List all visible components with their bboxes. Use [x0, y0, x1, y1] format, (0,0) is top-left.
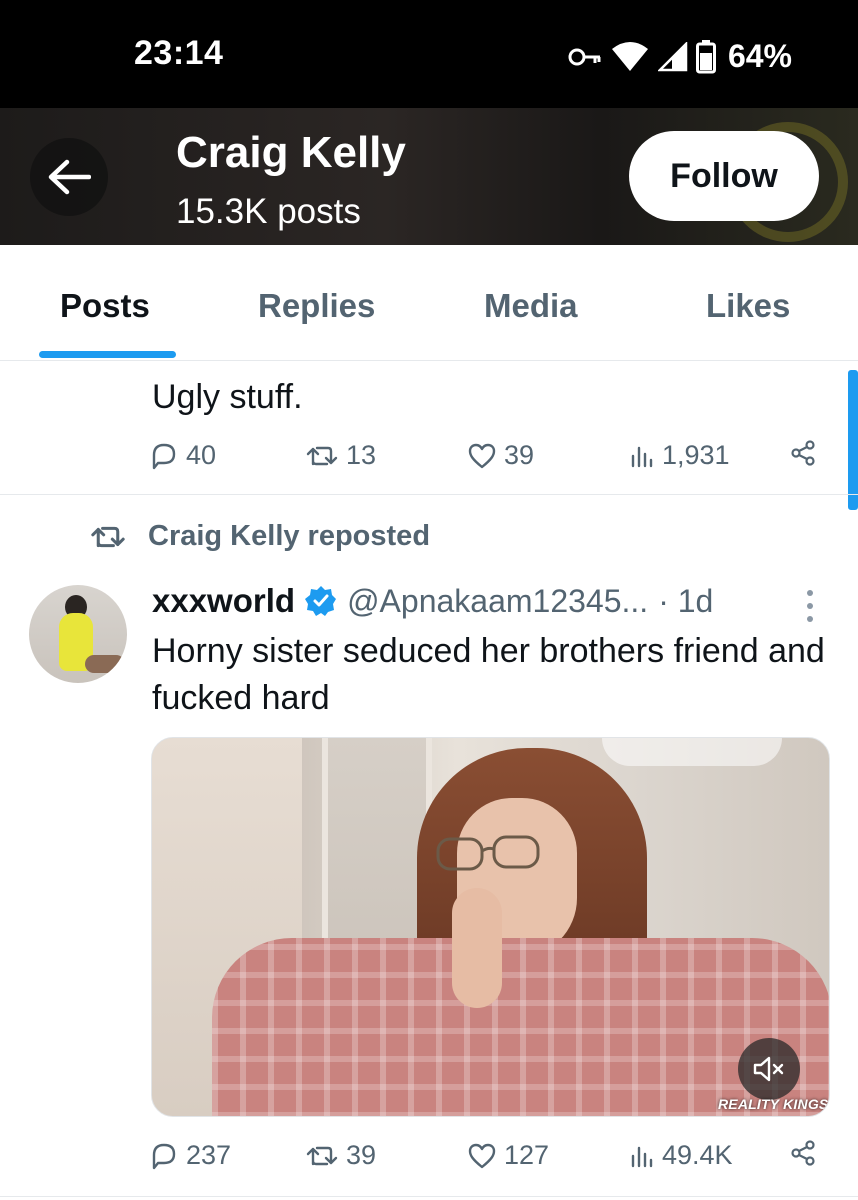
tab-likes[interactable]: Likes	[706, 287, 790, 325]
repost-count: 39	[346, 1140, 377, 1170]
share-icon	[791, 1140, 815, 1166]
follow-button[interactable]: Follow	[629, 131, 819, 221]
reply-button[interactable]: 40	[150, 440, 216, 471]
post-video[interactable]: REALITY KINGS	[151, 737, 830, 1117]
back-button[interactable]	[30, 138, 108, 216]
views-count: 1,931	[662, 440, 730, 470]
repost-button[interactable]: 13	[306, 440, 376, 471]
repost-icon	[306, 1146, 338, 1165]
video-watermark: REALITY KINGS	[718, 1096, 829, 1112]
post-time[interactable]: · 1d	[658, 583, 713, 620]
repost-icon	[306, 446, 338, 465]
posts-count: 15.3K posts	[176, 192, 361, 231]
volume-muted-icon	[753, 1056, 784, 1082]
share-button[interactable]	[790, 440, 816, 466]
repost-indicator: Craig Kelly reposted	[90, 520, 430, 553]
like-count: 127	[504, 1140, 550, 1170]
like-button[interactable]: 127	[468, 1140, 549, 1171]
battery-icon	[695, 39, 716, 73]
repost-button[interactable]: 39	[306, 1140, 376, 1171]
views-count: 49.4K	[662, 1140, 733, 1170]
status-bar: 23:14 64%	[0, 0, 858, 108]
verified-badge-icon	[305, 586, 337, 616]
previous-post-actions: 40 13 39 1,931	[150, 440, 820, 480]
views-icon	[631, 1146, 653, 1167]
views-button[interactable]: 49.4K	[630, 1140, 733, 1171]
mute-button[interactable]	[738, 1038, 800, 1100]
like-count: 39	[504, 440, 535, 470]
reply-count: 40	[186, 440, 217, 470]
reply-count: 237	[186, 1140, 232, 1170]
profile-tabs: Posts Replies Media Likes	[0, 245, 858, 361]
battery-percent: 64%	[727, 38, 792, 74]
tab-replies[interactable]: Replies	[258, 287, 375, 325]
post-header: xxxworld @Apnakaam12345... · 1d	[152, 582, 713, 620]
views-button[interactable]: 1,931	[630, 440, 730, 471]
profile-header: Craig Kelly 15.3K posts Follow	[0, 108, 858, 245]
heart-icon	[468, 443, 496, 468]
status-icons: 64%	[568, 38, 792, 75]
reply-icon	[152, 443, 176, 469]
repost-icon	[91, 526, 125, 547]
post-divider	[0, 1196, 858, 1197]
scrollbar[interactable]	[848, 370, 858, 510]
post-text: Horny sister seduced her brothers friend…	[152, 632, 825, 717]
tab-posts[interactable]: Posts	[60, 287, 150, 325]
author-handle[interactable]: @Apnakaam12345...	[347, 583, 648, 620]
avatar[interactable]	[29, 585, 127, 683]
more-options-button[interactable]	[798, 586, 822, 626]
reply-icon	[152, 1143, 176, 1169]
author-name[interactable]: xxxworld	[152, 582, 295, 620]
share-button[interactable]	[790, 1140, 816, 1166]
tab-media[interactable]: Media	[484, 287, 578, 325]
reply-button[interactable]: 237	[150, 1140, 231, 1171]
signal-icon	[657, 41, 688, 71]
repost-label[interactable]: Craig Kelly reposted	[148, 520, 430, 553]
post-actions: 237 39 127 49.4K	[150, 1140, 820, 1180]
status-time: 23:14	[134, 34, 224, 72]
previous-post-text: Ugly stuff.	[152, 378, 303, 416]
like-button[interactable]: 39	[468, 440, 534, 471]
key-icon	[568, 48, 601, 65]
views-icon	[631, 446, 653, 467]
heart-icon	[468, 1143, 496, 1168]
post-divider	[0, 494, 858, 495]
wifi-icon	[611, 41, 648, 71]
repost-count: 13	[346, 440, 377, 470]
active-tab-indicator	[39, 351, 176, 358]
share-icon	[791, 440, 815, 466]
profile-name: Craig Kelly	[176, 128, 406, 177]
arrow-left-icon	[48, 159, 91, 195]
